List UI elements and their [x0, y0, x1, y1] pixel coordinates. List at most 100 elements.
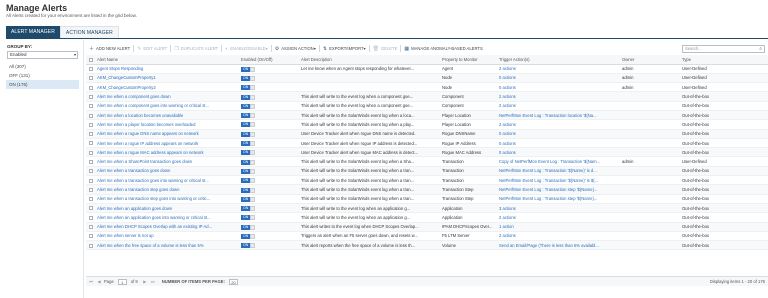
group-item-all[interactable]: All (307): [6, 62, 79, 71]
row-checkbox[interactable]: [89, 122, 93, 127]
col-trigger-actions[interactable]: Trigger Action(s): [496, 55, 619, 65]
alert-name-link[interactable]: Alert me when a SharePoint transaction g…: [94, 156, 238, 167]
add-alert-button[interactable]: ＋ ADD NEW ALERT: [86, 44, 133, 53]
trigger-actions-link[interactable]: 3 actions: [496, 203, 619, 214]
delete-button[interactable]: 🗑 DELETE: [370, 44, 401, 53]
enabled-toggle[interactable]: ON: [241, 103, 256, 109]
enabled-toggle[interactable]: ON: [241, 196, 256, 202]
enabled-toggle[interactable]: ON: [241, 178, 256, 184]
enabled-toggle[interactable]: ON: [241, 150, 256, 156]
alert-name-link[interactable]: Alert me when a rogue IP address appears…: [94, 138, 238, 149]
alert-name-link[interactable]: Agent Stops Responding: [94, 64, 238, 74]
page-number-input[interactable]: 1: [117, 278, 127, 285]
trigger-actions-link[interactable]: Send an Email/Page (There is less than 5…: [496, 240, 619, 251]
enabled-toggle[interactable]: ON: [241, 66, 256, 72]
group-by-select[interactable]: Enabled ▾: [7, 51, 78, 59]
table-row[interactable]: Alert me when a rogue IP address appears…: [86, 138, 768, 149]
group-item-on[interactable]: ON (176): [6, 80, 79, 89]
row-select-cell[interactable]: [86, 129, 94, 139]
row-select-cell[interactable]: [86, 240, 94, 251]
trigger-actions-link[interactable]: 2 actions: [496, 91, 619, 102]
row-checkbox[interactable]: [89, 225, 93, 230]
export-import-button[interactable]: ⇅ EXPORT/IMPORT ▾: [320, 44, 369, 53]
items-per-page-input[interactable]: 20: [228, 278, 238, 285]
enabled-toggle[interactable]: ON: [241, 159, 256, 165]
enabled-toggle[interactable]: ON: [241, 187, 256, 193]
table-row[interactable]: AKM_ChangeCustomProperty2 ON Node 0 actions…: [86, 82, 768, 93]
search-icon[interactable]: ⌕: [759, 46, 762, 52]
first-page-icon[interactable]: ⏮: [88, 279, 94, 285]
enabled-toggle[interactable]: ON: [241, 233, 256, 239]
table-row[interactable]: Alert me when a player location becomes …: [86, 119, 768, 130]
trigger-actions-link[interactable]: 0 actions: [496, 138, 619, 149]
alert-name-link[interactable]: Alert me when an application goes into w…: [94, 212, 238, 223]
alert-name-link[interactable]: Alert me when a transaction goes into wa…: [94, 175, 238, 186]
table-row[interactable]: Alert me when a location becomes unavail…: [86, 110, 768, 121]
row-select-cell[interactable]: [86, 147, 94, 158]
table-row[interactable]: Alert me when an application goes down ON…: [86, 203, 768, 214]
row-checkbox[interactable]: [89, 160, 93, 164]
row-select-cell[interactable]: [86, 119, 94, 130]
enabled-toggle[interactable]: ON: [241, 113, 256, 119]
row-select-cell[interactable]: [86, 222, 94, 232]
alert-name-link[interactable]: Alert me when server is not up: [94, 231, 238, 242]
col-description[interactable]: Alert Description: [298, 55, 439, 65]
row-checkbox[interactable]: [89, 76, 93, 81]
enable-disable-button[interactable]: ◐ ENABLE/DISABLE ▾: [222, 44, 271, 53]
table-row[interactable]: Alert me when a transaction step goes do…: [86, 184, 768, 195]
trigger-actions-link[interactable]: 2 actions: [496, 64, 619, 74]
duplicate-alert-button[interactable]: ❐ DUPLICATE ALERT: [171, 44, 221, 53]
row-select-cell[interactable]: [86, 212, 94, 223]
alert-name-link[interactable]: Alert me when a transaction goes down: [94, 166, 238, 177]
enabled-toggle[interactable]: ON: [241, 122, 256, 128]
next-page-icon[interactable]: ▶: [142, 279, 148, 285]
alert-name-link[interactable]: Alert me when a component goes into warn…: [94, 101, 238, 112]
select-all-cell[interactable]: [86, 55, 94, 65]
table-row[interactable]: Alert me when a rogue DNS name appears o…: [86, 129, 768, 139]
edit-alert-button[interactable]: ✎ EDIT ALERT: [134, 44, 170, 53]
row-checkbox[interactable]: [89, 104, 93, 109]
prev-page-icon[interactable]: ◀: [96, 279, 102, 285]
enabled-toggle[interactable]: ON: [241, 85, 256, 91]
table-row[interactable]: Alert me when a component goes into warn…: [86, 101, 768, 112]
alert-name-link[interactable]: Alert me when a transaction step goes in…: [94, 194, 238, 204]
row-select-cell[interactable]: [86, 203, 94, 214]
trigger-actions-link[interactable]: 2 actions: [496, 119, 619, 130]
trigger-actions-link[interactable]: 1 action: [496, 222, 619, 232]
row-checkbox[interactable]: [89, 67, 93, 72]
enabled-toggle[interactable]: ON: [241, 243, 256, 249]
row-checkbox[interactable]: [89, 197, 93, 202]
table-row[interactable]: Alert me when a SharePoint transaction g…: [86, 156, 768, 167]
table-row[interactable]: Alert me when DHCP Scopes Overlap with a…: [86, 222, 768, 232]
row-checkbox[interactable]: [89, 141, 93, 146]
row-select-cell[interactable]: [86, 138, 94, 149]
row-select-cell[interactable]: [86, 64, 94, 74]
row-select-cell[interactable]: [86, 101, 94, 112]
col-property[interactable]: Property to Monitor: [439, 55, 496, 65]
row-select-cell[interactable]: [86, 166, 94, 177]
alert-name-link[interactable]: Alert me when a rogue MAC address appear…: [94, 147, 238, 158]
table-row[interactable]: Alert me when server is not up ON Triggers…: [86, 231, 768, 242]
row-checkbox[interactable]: [89, 85, 93, 90]
enabled-toggle[interactable]: ON: [241, 94, 256, 100]
row-checkbox[interactable]: [89, 178, 93, 183]
row-checkbox[interactable]: [89, 243, 93, 248]
group-item-off[interactable]: OFF (131): [6, 71, 79, 80]
row-select-cell[interactable]: [86, 184, 94, 195]
col-alert-name[interactable]: Alert Name: [94, 55, 238, 65]
assign-action-button[interactable]: ⚙ ASSIGN ACTION ▾: [272, 44, 319, 53]
alert-name-link[interactable]: Alert me when a component goes down: [94, 91, 238, 102]
table-row[interactable]: Alert me when a rogue MAC address appear…: [86, 147, 768, 158]
trigger-actions-link[interactable]: NetPerfMon Event Log : Transaction step …: [496, 194, 619, 204]
select-all-checkbox[interactable]: [89, 57, 93, 62]
row-checkbox[interactable]: [89, 113, 93, 118]
trigger-actions-link[interactable]: 0 actions: [496, 82, 619, 93]
alert-name-link[interactable]: Alert me when an application goes down: [94, 203, 238, 214]
row-select-cell[interactable]: [86, 175, 94, 186]
table-row[interactable]: Alert me when a transaction goes down ON T…: [86, 166, 768, 177]
row-select-cell[interactable]: [86, 82, 94, 93]
trigger-actions-link[interactable]: NetPerfMon Event Log : Transaction locat…: [496, 110, 619, 121]
enabled-toggle[interactable]: ON: [241, 224, 256, 230]
row-select-cell[interactable]: [86, 110, 94, 121]
table-row[interactable]: AKM_ChangeCustomProperty1 ON Node 0 actions…: [86, 73, 768, 84]
